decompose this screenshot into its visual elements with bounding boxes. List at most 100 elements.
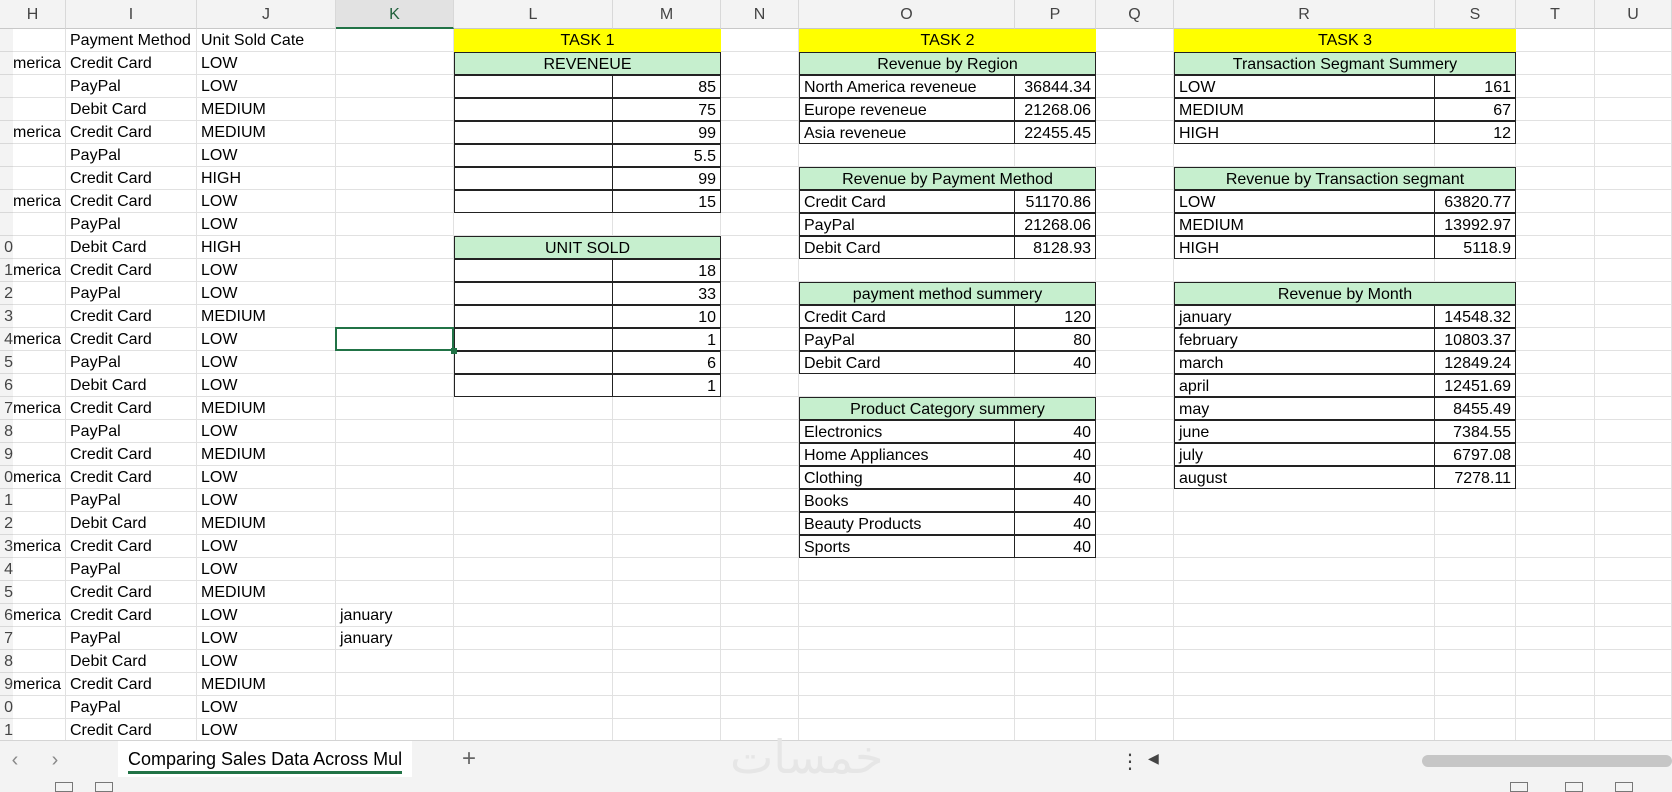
region-cell[interactable] [13, 558, 66, 581]
revenue-header[interactable]: REVENEUE [454, 52, 721, 75]
region-cell[interactable] [13, 696, 66, 719]
payment-method-cell[interactable]: PayPal [66, 627, 197, 650]
revenue-by-payment-header[interactable]: Revenue by Payment Method [799, 167, 1096, 190]
column-header-l[interactable]: L [454, 0, 613, 29]
month-cell[interactable] [336, 144, 454, 167]
row-header[interactable]: 2 [0, 512, 13, 535]
category-row-label[interactable]: Sports [799, 535, 1015, 558]
month-row-value[interactable]: 7278.11 [1434, 466, 1516, 489]
unit-sold-category-cell[interactable]: Unit Sold Cate [197, 29, 336, 52]
revenue-by-month-header[interactable]: Revenue by Month [1174, 282, 1516, 305]
region-cell[interactable] [13, 627, 66, 650]
unit-sold-category-cell[interactable]: LOW [197, 420, 336, 443]
payment-method-cell[interactable]: Credit Card [66, 466, 197, 489]
unit-sold-category-cell[interactable]: HIGH [197, 167, 336, 190]
region-cell[interactable]: merica [13, 397, 66, 420]
payment-row-value[interactable]: 21268.06 [1014, 213, 1096, 236]
segment-revenue-row-label[interactable]: HIGH [1174, 236, 1435, 259]
region-cell[interactable]: merica [13, 466, 66, 489]
month-cell[interactable] [336, 167, 454, 190]
month-cell[interactable] [336, 75, 454, 98]
payment-row-value[interactable]: 8128.93 [1014, 236, 1096, 259]
row-header[interactable]: 0 [0, 696, 13, 719]
month-cell[interactable] [336, 650, 454, 673]
region-row-value[interactable]: 36844.34 [1014, 75, 1096, 98]
segment-summary-header[interactable]: Transaction Segmant Summery [1174, 52, 1516, 75]
month-cell[interactable] [336, 121, 454, 144]
category-row-label[interactable]: Electronics [799, 420, 1015, 443]
unit-sold-category-cell[interactable]: LOW [197, 535, 336, 558]
month-row-value[interactable]: 12451.69 [1434, 374, 1516, 397]
category-row-value[interactable]: 40 [1014, 535, 1096, 558]
row-header[interactable]: 9 [0, 443, 13, 466]
payment-method-cell[interactable]: PayPal [66, 351, 197, 374]
column-header-s[interactable]: S [1435, 0, 1516, 29]
unit-sold-category-cell[interactable]: MEDIUM [197, 512, 336, 535]
row-header[interactable]: 4 [0, 328, 13, 351]
unit-sold-category-cell[interactable]: MEDIUM [197, 121, 336, 144]
row-header[interactable]: 7 [0, 627, 13, 650]
unit-sold-category-cell[interactable]: MEDIUM [197, 397, 336, 420]
region-cell[interactable] [13, 489, 66, 512]
category-row-label[interactable]: Clothing [799, 466, 1015, 489]
unit-sold-category-cell[interactable]: LOW [197, 696, 336, 719]
month-cell[interactable] [336, 282, 454, 305]
macro-icon[interactable] [95, 782, 113, 792]
payment-method-cell[interactable]: Credit Card [66, 121, 197, 144]
unit-sold-value[interactable]: 1 [612, 374, 721, 397]
payment-method-cell[interactable]: Credit Card [66, 397, 197, 420]
column-header-t[interactable]: T [1516, 0, 1595, 29]
region-cell[interactable] [13, 305, 66, 328]
segment-row-label[interactable]: LOW [1174, 75, 1435, 98]
unit-sold-blank-cell[interactable] [454, 259, 613, 282]
segment-row-label[interactable]: MEDIUM [1174, 98, 1435, 121]
row-header[interactable]: 8 [0, 650, 13, 673]
payment-method-cell[interactable]: Debit Card [66, 98, 197, 121]
month-cell[interactable] [336, 420, 454, 443]
row-header[interactable]: 2 [0, 282, 13, 305]
column-header-r[interactable]: R [1174, 0, 1435, 29]
row-header[interactable]: 6 [0, 374, 13, 397]
month-cell[interactable] [336, 190, 454, 213]
unit-sold-category-cell[interactable]: LOW [197, 351, 336, 374]
payment-row-label[interactable]: Credit Card [799, 190, 1015, 213]
unit-sold-category-cell[interactable]: LOW [197, 650, 336, 673]
segment-revenue-row-label[interactable]: LOW [1174, 190, 1435, 213]
region-cell[interactable] [13, 650, 66, 673]
month-cell[interactable]: january [336, 604, 454, 627]
month-cell[interactable] [336, 397, 454, 420]
month-cell[interactable] [336, 374, 454, 397]
payment-method-cell[interactable]: Debit Card [66, 374, 197, 397]
column-header-k[interactable]: K [336, 0, 454, 29]
revenue-value[interactable]: 5.5 [612, 144, 721, 167]
month-row-value[interactable]: 7384.55 [1434, 420, 1516, 443]
row-header[interactable]: 7 [0, 397, 13, 420]
unit-sold-category-cell[interactable]: LOW [197, 259, 336, 282]
unit-sold-blank-cell[interactable] [454, 374, 613, 397]
region-cell[interactable]: merica [13, 673, 66, 696]
column-header-u[interactable]: U [1595, 0, 1672, 29]
unit-sold-value[interactable]: 1 [612, 328, 721, 351]
unit-sold-category-cell[interactable]: LOW [197, 374, 336, 397]
payment-method-cell[interactable]: Credit Card [66, 535, 197, 558]
month-row-label[interactable]: january [1174, 305, 1435, 328]
row-header[interactable]: 5 [0, 581, 13, 604]
region-cell[interactable]: merica [13, 190, 66, 213]
revenue-by-region-header[interactable]: Revenue by Region [799, 52, 1096, 75]
row-header[interactable]: 3 [0, 535, 13, 558]
month-row-value[interactable]: 10803.37 [1434, 328, 1516, 351]
month-cell[interactable] [336, 259, 454, 282]
page-layout-view-icon[interactable] [1565, 782, 1583, 792]
payment-method-cell[interactable]: Credit Card [66, 167, 197, 190]
column-header-o[interactable]: O [799, 0, 1015, 29]
task1-title[interactable]: TASK 1 [454, 29, 721, 52]
month-row-label[interactable]: july [1174, 443, 1435, 466]
month-cell[interactable] [336, 236, 454, 259]
month-cell[interactable]: january [336, 627, 454, 650]
payment-row-label[interactable]: PayPal [799, 213, 1015, 236]
month-cell[interactable] [336, 466, 454, 489]
region-cell[interactable] [13, 29, 66, 52]
task2-title[interactable]: TASK 2 [799, 29, 1096, 52]
payment-summary-header[interactable]: payment method summery [799, 282, 1096, 305]
row-header[interactable]: 9 [0, 673, 13, 696]
